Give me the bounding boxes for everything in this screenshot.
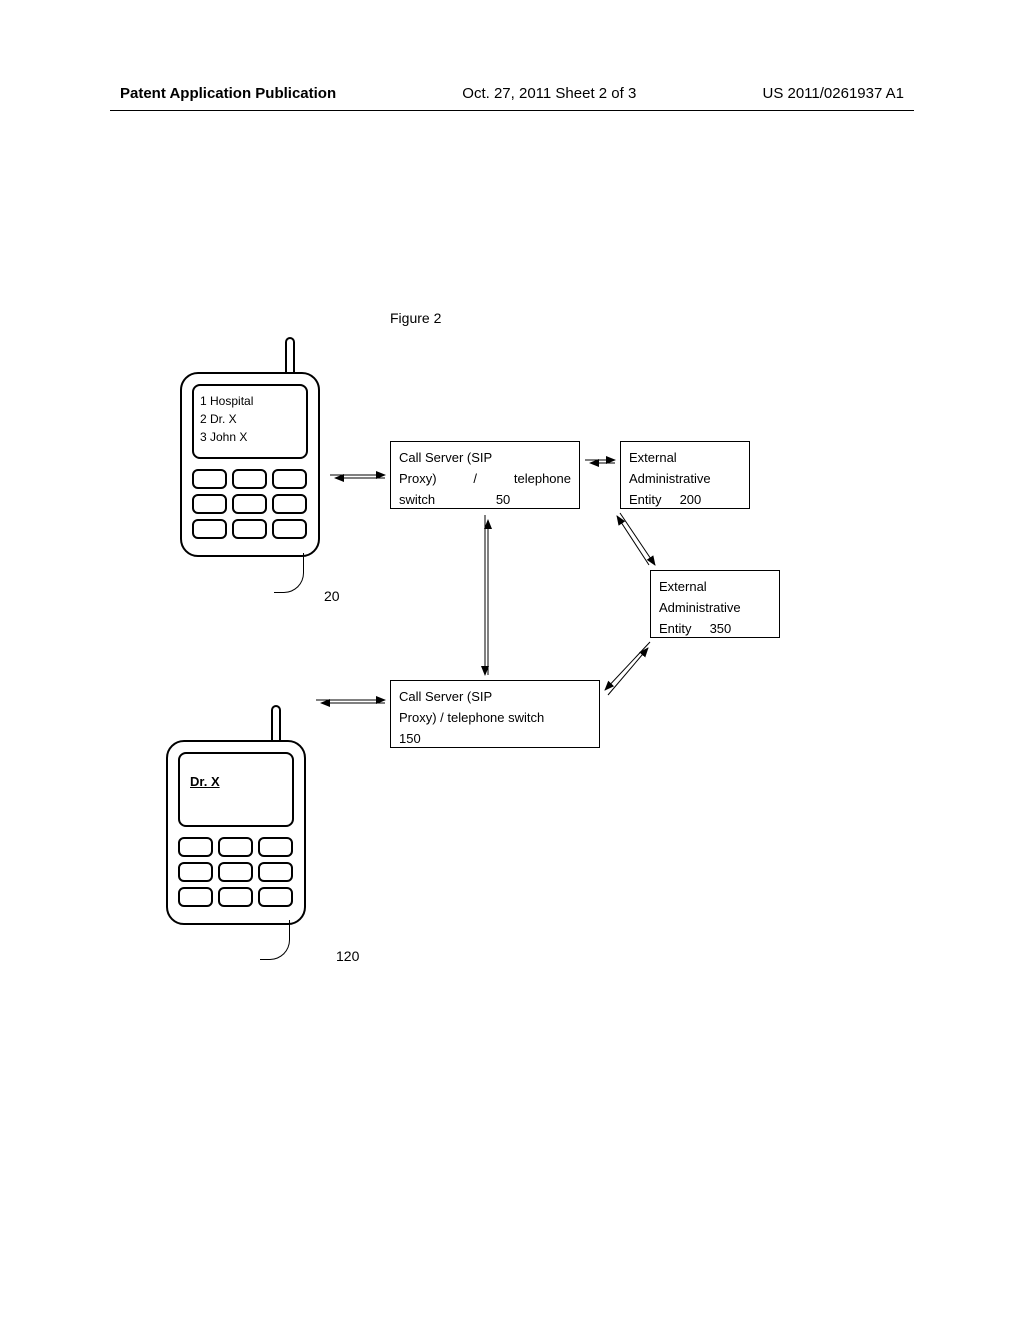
phone-key <box>272 519 307 539</box>
phone-key <box>178 887 213 907</box>
leader-line-icon <box>274 553 304 593</box>
leader-line-icon <box>260 920 290 960</box>
phone-key <box>192 494 227 514</box>
phone-key <box>218 887 253 907</box>
header-center: Oct. 27, 2011 Sheet 2 of 3 <box>462 85 636 102</box>
reference-numeral-350: 350 <box>710 619 732 640</box>
reference-numeral-150: 150 <box>399 729 421 750</box>
phone-device-120: Dr. X <box>166 705 306 925</box>
box-line-2: Administrative <box>659 598 771 619</box>
box-line-2a: Proxy) <box>399 469 437 490</box>
box-line-1: Call Server (SIP <box>399 687 591 708</box>
phone-antenna-icon <box>271 705 281 745</box>
external-admin-350-box: External Administrative Entity 350 <box>650 570 780 638</box>
reference-numeral-200: 200 <box>680 490 702 511</box>
phone-device-20: 1 Hospital 2 Dr. X 3 John X <box>180 337 320 557</box>
phone-body: Dr. X <box>166 740 306 925</box>
reference-numeral-50: 50 <box>496 490 510 511</box>
header-left: Patent Application Publication <box>120 85 336 102</box>
phone-key <box>232 519 267 539</box>
phone-key <box>258 887 293 907</box>
phone-key <box>258 837 293 857</box>
screen-line-3: 3 John X <box>200 428 300 446</box>
screen-line-1: 1 Hospital <box>200 392 300 410</box>
reference-numeral-20: 20 <box>324 588 340 604</box>
phone-key <box>232 469 267 489</box>
box-line-2: Administrative <box>629 469 741 490</box>
box-line-2: Proxy) / telephone switch <box>399 708 591 729</box>
call-server-150-box: Call Server (SIP Proxy) / telephone swit… <box>390 680 600 748</box>
screen-line-1: Dr. X <box>190 772 286 792</box>
box-line-2b: / <box>473 469 477 490</box>
screen-line-2: 2 Dr. X <box>200 410 300 428</box>
box-line-3: switch <box>399 490 435 511</box>
phone-antenna-icon <box>285 337 295 377</box>
box-line-1: External <box>659 577 771 598</box>
box-line-1: External <box>629 448 741 469</box>
box-line-3: Entity <box>659 621 692 636</box>
page-header: Patent Application Publication Oct. 27, … <box>110 85 914 111</box>
phone-keypad-icon <box>192 469 307 539</box>
connector-arrows-icon <box>0 0 1024 1320</box>
box-line-3: Entity <box>629 492 662 507</box>
phone-key <box>272 469 307 489</box>
phone-screen: 1 Hospital 2 Dr. X 3 John X <box>192 384 308 459</box>
phone-keypad-icon <box>178 837 293 907</box>
phone-body: 1 Hospital 2 Dr. X 3 John X <box>180 372 320 557</box>
phone-key <box>272 494 307 514</box>
phone-key <box>178 837 213 857</box>
phone-key <box>218 862 253 882</box>
reference-numeral-120: 120 <box>336 948 359 964</box>
phone-key <box>258 862 293 882</box>
figure-title: Figure 2 <box>390 310 441 326</box>
external-admin-200-box: External Administrative Entity 200 <box>620 441 750 509</box>
phone-key <box>178 862 213 882</box>
phone-screen: Dr. X <box>178 752 294 827</box>
phone-key <box>218 837 253 857</box>
call-server-50-box: Call Server (SIP Proxy) / telephone swit… <box>390 441 580 509</box>
box-line-1: Call Server (SIP <box>399 448 571 469</box>
phone-key <box>232 494 267 514</box>
phone-key <box>192 519 227 539</box>
header-right: US 2011/0261937 A1 <box>762 85 904 102</box>
box-line-2c: telephone <box>514 469 571 490</box>
phone-key <box>192 469 227 489</box>
